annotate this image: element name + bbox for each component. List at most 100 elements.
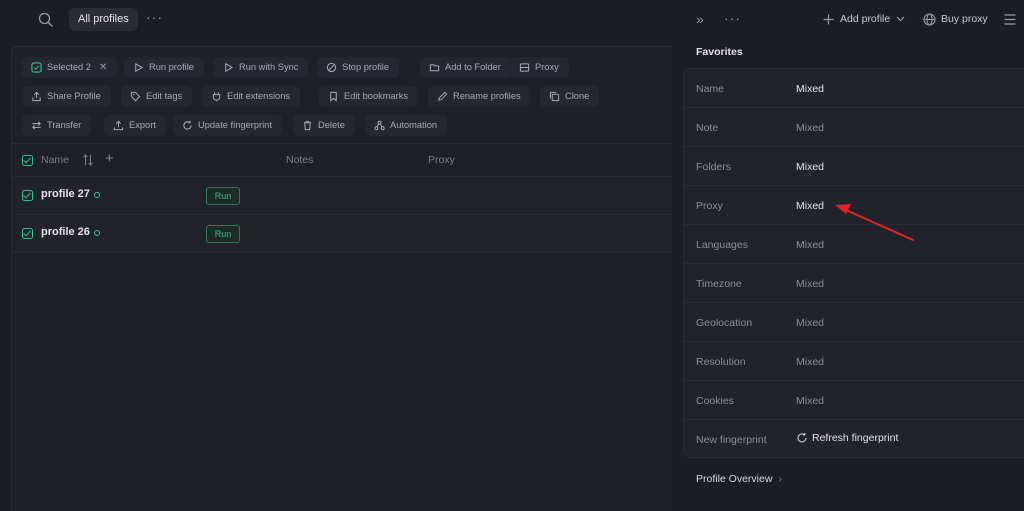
profile-name[interactable]: profile 26 (41, 226, 90, 238)
add-to-folder-button[interactable]: Add to Folder (420, 57, 511, 78)
transfer-button[interactable]: Transfer (22, 115, 92, 136)
plus-icon (823, 14, 834, 25)
share-profile-label: Share Profile (47, 91, 101, 101)
run-with-sync-button[interactable]: Run with Sync (214, 57, 309, 78)
sort-icon[interactable] (82, 153, 94, 167)
field-row-languages[interactable]: Languages Mixed (684, 225, 1024, 264)
field-label: Timezone (696, 278, 742, 290)
proxy-button[interactable]: Proxy (510, 57, 569, 78)
column-proxy-header[interactable]: Proxy (428, 154, 455, 166)
field-value[interactable]: Mixed (796, 122, 824, 134)
status-dot-icon (94, 230, 100, 236)
delete-button[interactable]: Delete (293, 115, 355, 136)
proxy-label: Proxy (535, 62, 559, 72)
field-value[interactable]: Mixed (796, 200, 824, 212)
column-name-header[interactable]: Name (41, 154, 69, 166)
share-profile-button[interactable]: Share Profile (22, 86, 111, 107)
close-icon[interactable]: ✕ (99, 57, 107, 78)
add-column-icon[interactable]: + (105, 151, 117, 166)
chevron-down-icon[interactable] (896, 16, 905, 22)
field-row-resolution[interactable]: Resolution Mixed (684, 342, 1024, 381)
field-row-timezone[interactable]: Timezone Mixed (684, 264, 1024, 303)
buy-proxy-button[interactable]: Buy proxy (941, 13, 988, 25)
field-value[interactable]: Mixed (796, 356, 824, 368)
select-all-checkbox[interactable] (22, 155, 33, 166)
stop-profile-button[interactable]: Stop profile (317, 57, 400, 78)
share-icon (32, 91, 41, 102)
run-profile-label: Run profile (149, 62, 194, 72)
stop-profile-label: Stop profile (342, 62, 390, 72)
run-profile-button[interactable]: Run profile (124, 57, 204, 78)
profile-overview-link[interactable]: Profile Overview › (696, 473, 782, 485)
row-checkbox[interactable] (22, 228, 33, 239)
rename-profiles-label: Rename profiles (453, 91, 521, 101)
menu-icon[interactable] (1004, 14, 1016, 25)
automation-button[interactable]: Automation (365, 115, 448, 136)
more-horizontal-icon[interactable]: ··· (724, 10, 741, 26)
field-label: Note (696, 122, 719, 134)
field-label: Name (696, 83, 725, 95)
field-row-geolocation[interactable]: Geolocation Mixed (684, 303, 1024, 342)
trash-icon (303, 121, 312, 131)
run-button[interactable]: Run (206, 187, 240, 205)
top-bar: All profiles ··· (0, 0, 672, 40)
tab-all-profiles[interactable]: All profiles (69, 8, 138, 31)
table-row[interactable]: profile 27 Run (12, 177, 673, 215)
row-checkbox[interactable] (22, 190, 33, 201)
edit-bookmarks-label: Edit bookmarks (344, 91, 409, 101)
field-label: Languages (696, 239, 748, 251)
checkbox-checked-icon (31, 62, 42, 73)
clone-button[interactable]: Clone (540, 86, 600, 107)
field-label: Proxy (696, 200, 723, 212)
edit-tags-button[interactable]: Edit tags (121, 86, 193, 107)
play-icon (225, 62, 234, 73)
play-icon (135, 62, 144, 73)
field-row-name[interactable]: Name Mixed (684, 69, 1024, 108)
globe-icon (923, 13, 936, 26)
edit-extensions-button[interactable]: Edit extensions (202, 86, 301, 107)
update-fingerprint-button[interactable]: Update fingerprint (173, 115, 282, 136)
right-top-bar: » ··· Add profile Buy proxy (672, 0, 1024, 40)
tag-icon (130, 91, 141, 102)
more-horizontal-icon[interactable]: ··· (146, 9, 162, 29)
status-dot-icon (94, 192, 100, 198)
refresh-icon (183, 120, 192, 130)
profile-overview-label: Profile Overview (696, 473, 773, 485)
chevron-right-icon: › (778, 473, 782, 485)
field-row-proxy[interactable]: Proxy Mixed (684, 186, 1024, 225)
field-row-cookies[interactable]: Cookies Mixed (684, 381, 1024, 420)
field-label: Resolution (696, 356, 746, 368)
field-row-note[interactable]: Note Mixed (684, 108, 1024, 147)
export-label: Export (129, 120, 156, 130)
field-value[interactable]: Mixed (796, 83, 824, 95)
field-value[interactable]: Mixed (796, 395, 824, 407)
add-to-folder-label: Add to Folder (445, 62, 501, 72)
profile-details-panel: » ··· Add profile Buy proxy Favorites Na… (672, 0, 1024, 511)
field-label: Folders (696, 161, 732, 173)
edit-bookmarks-button[interactable]: Edit bookmarks (319, 86, 419, 107)
run-button[interactable]: Run (206, 225, 240, 243)
plug-icon (212, 92, 221, 102)
field-row-folders[interactable]: Folders Mixed (684, 147, 1024, 186)
search-icon[interactable] (37, 11, 55, 29)
collapse-panel-icon[interactable]: » (696, 11, 704, 27)
export-button[interactable]: Export (104, 115, 166, 136)
column-notes-header[interactable]: Notes (286, 154, 313, 166)
copy-icon (549, 91, 560, 102)
proxy-icon (519, 63, 530, 72)
upload-icon (113, 120, 124, 131)
field-value[interactable]: Mixed (796, 278, 824, 290)
field-value[interactable]: Mixed (796, 317, 824, 329)
favorites-card: Name Mixed Note Mixed Folders Mixed Prox… (683, 68, 1024, 458)
refresh-fingerprint-button[interactable]: Refresh fingerprint (796, 432, 898, 444)
table-row[interactable]: profile 26 Run (12, 215, 673, 253)
selected-count-chip[interactable]: Selected 2 ✕ (22, 57, 118, 78)
profile-name[interactable]: profile 27 (41, 188, 90, 200)
transfer-icon (32, 121, 41, 130)
field-value[interactable]: Mixed (796, 161, 824, 173)
add-profile-button[interactable]: Add profile (840, 13, 890, 25)
update-fingerprint-label: Update fingerprint (198, 120, 272, 130)
field-value[interactable]: Mixed (796, 239, 824, 251)
rename-profiles-button[interactable]: Rename profiles (428, 86, 531, 107)
clone-label: Clone (565, 91, 590, 101)
